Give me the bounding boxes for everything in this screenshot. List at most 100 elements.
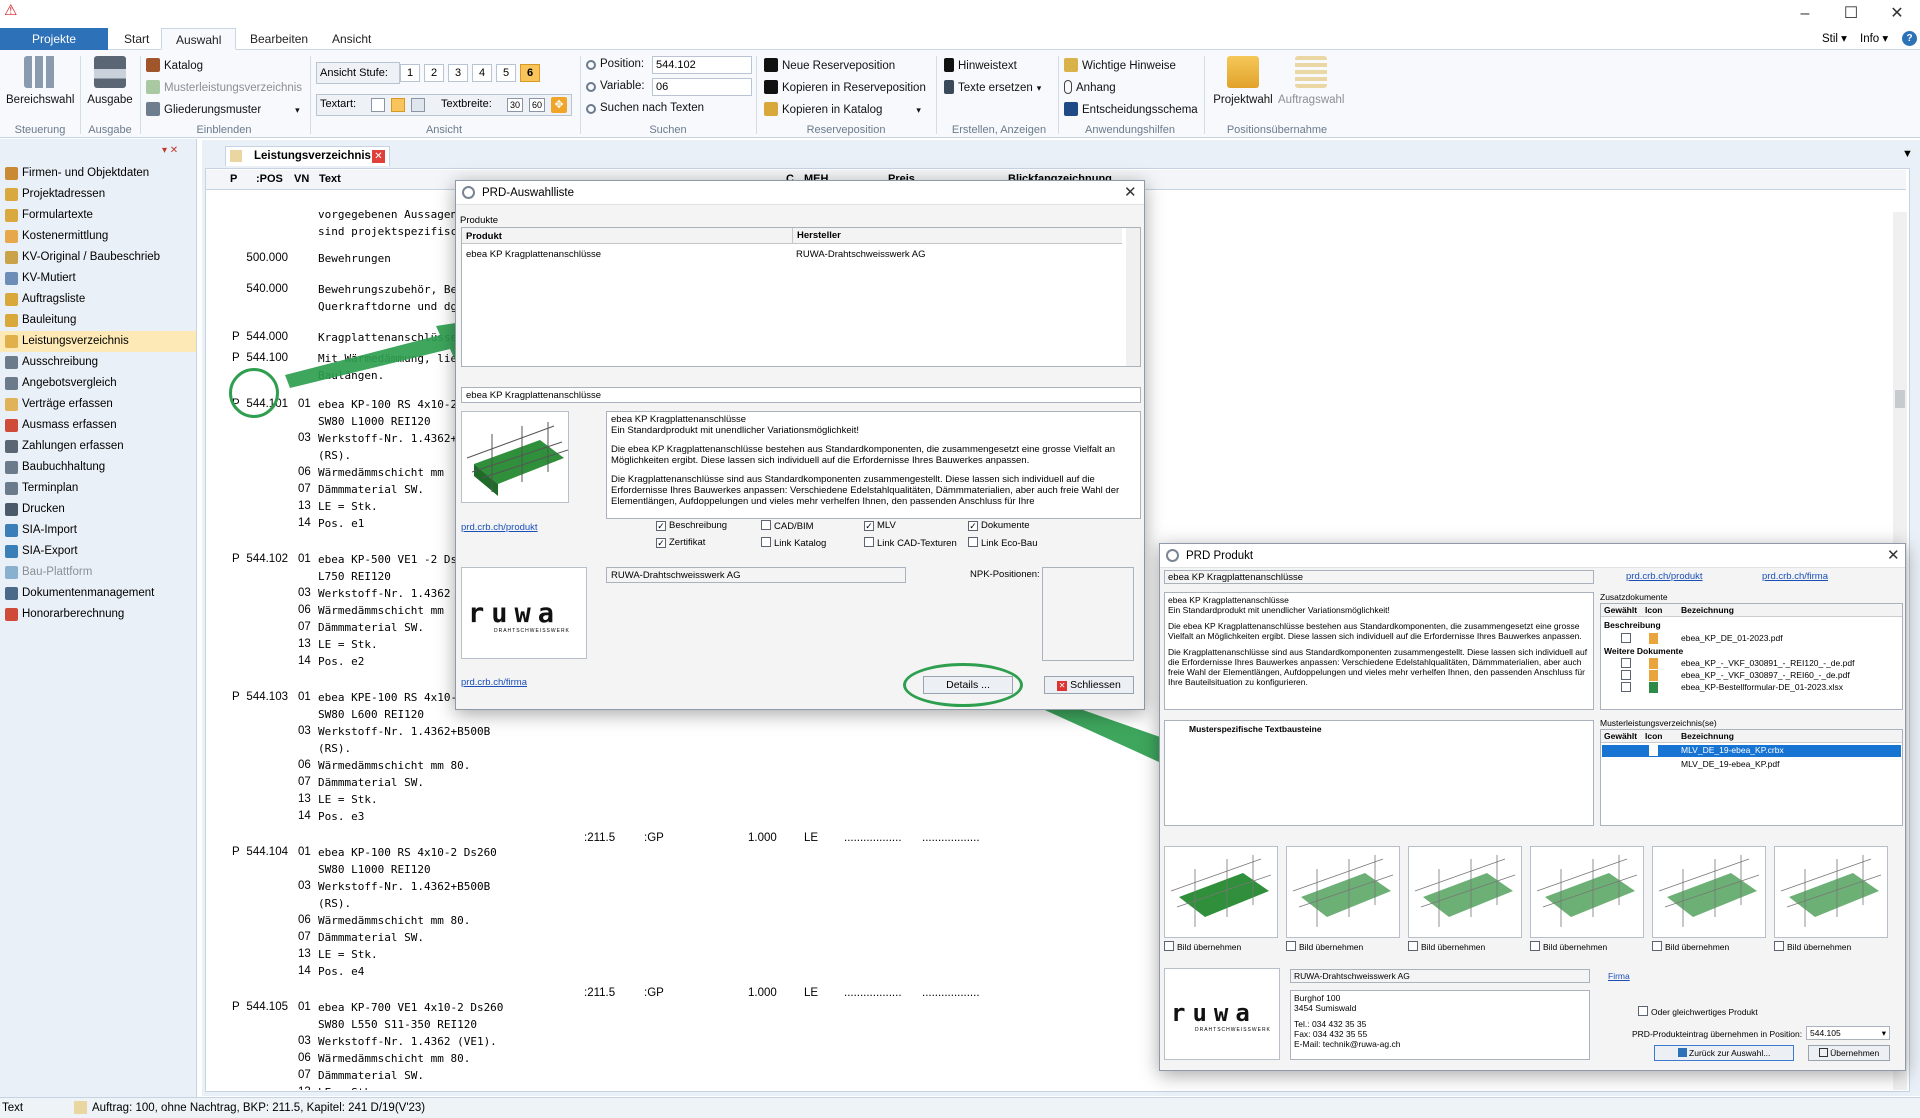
sidebar-item-1[interactable]: Projektadressen (0, 184, 196, 205)
table-row[interactable]: 07 Dämmmaterial SW. (206, 929, 766, 946)
neue-reserveposition-button[interactable]: Neue Reserveposition (764, 58, 895, 72)
table-row[interactable]: 07 Dämmmaterial SW. (206, 1067, 766, 1084)
col-produkt[interactable]: Produkt (466, 231, 502, 242)
bild-checkbox-3[interactable]: Bild übernehmen (1530, 941, 1607, 953)
checkbox-5[interactable]: Link Katalog (761, 537, 826, 549)
bild-checkbox-4[interactable]: Bild übernehmen (1652, 941, 1729, 953)
sidebar-item-11[interactable]: Verträge erfassen (0, 394, 196, 415)
table-row[interactable]: 06 Wärmedämmschicht mm 80. (206, 912, 766, 929)
sidebar-item-9[interactable]: Ausschreibung (0, 352, 196, 373)
bild-checkbox-1[interactable]: Bild übernehmen (1286, 941, 1363, 953)
firma-link[interactable]: prd.crb.ch/firma (461, 677, 527, 688)
checkbox-3[interactable]: ✓ Dokumente (968, 520, 1030, 531)
info-menu[interactable]: Info ▾ (1860, 31, 1888, 45)
hinweistext-button[interactable]: Hinweistext (944, 58, 1017, 72)
dialog-close-icon[interactable]: ✕ (1124, 183, 1137, 201)
kopieren-katalog-dropdown[interactable]: Kopieren in Katalog ▾ (764, 102, 921, 116)
sidebar-item-13[interactable]: Zahlungen erfassen (0, 436, 196, 457)
sidebar-item-19[interactable]: Bau-Plattform (0, 562, 196, 583)
move-icon[interactable]: ✥ (551, 97, 567, 113)
table-row[interactable]: 13LE = Stk. (206, 946, 766, 963)
scrollbar-thumb[interactable] (1895, 390, 1905, 408)
bild-checkbox-5[interactable]: Bild übernehmen (1774, 941, 1851, 953)
sidebar-item-4[interactable]: KV-Original / Baubeschrieb (0, 247, 196, 268)
entscheidungsschema-button[interactable]: Entscheidungsschema (1064, 102, 1198, 116)
close-button[interactable]: ✕ (1880, 2, 1914, 26)
mlv-1-name[interactable]: MLV_DE_19-ebea_KP.crbx (1681, 745, 1784, 756)
doc1-checkbox[interactable] (1621, 633, 1631, 643)
table-row[interactable]: (RS). (206, 740, 766, 757)
musterleistungsverzeichnis-button[interactable]: Musterleistungsverzeichnis (146, 80, 302, 94)
tab-bearbeiten[interactable]: Bearbeiten (236, 28, 322, 50)
tab-start[interactable]: Start (110, 28, 163, 50)
thumbnail-5[interactable] (1774, 846, 1888, 938)
anhang-button[interactable]: Anhang (1064, 80, 1116, 94)
sidebar-item-10[interactable]: Angebotsvergleich (0, 373, 196, 394)
stufe-1-button[interactable]: 1 (400, 64, 420, 82)
tab-dropdown-icon[interactable]: ▼ (1902, 148, 1913, 160)
produkt-link[interactable]: prd.crb.ch/produkt (1626, 571, 1703, 582)
produkt-cell[interactable]: ebea KP Kragplattenanschlüsse (466, 249, 601, 260)
gleichwertig-checkbox[interactable]: Oder gleichwertiges Produkt (1638, 1006, 1758, 1018)
help-icon[interactable]: ? (1902, 31, 1917, 46)
table-row[interactable]: 03 Werkstoff-Nr. 1.4362+B500B (206, 723, 766, 740)
schliessen-button[interactable]: ✕ Schliessen (1044, 676, 1134, 694)
col-vn[interactable]: VN (294, 173, 309, 185)
checkbox-6[interactable]: Link CAD-Texturen (864, 537, 957, 549)
thumbnail-4[interactable] (1652, 846, 1766, 938)
tab-auswahl[interactable]: Auswahl (161, 28, 237, 50)
doc-tab[interactable]: Leistungsverzeichnis ✕ (225, 146, 390, 166)
quantity-row[interactable]: :211.5:GP 1.000 LE........................… (206, 830, 1206, 847)
sidebar-item-6[interactable]: Auftragsliste (0, 289, 196, 310)
sidebar-item-0[interactable]: Firmen- und Objektdaten (0, 163, 196, 184)
npk-list[interactable] (1042, 567, 1134, 661)
textbreite-30-button[interactable]: 30 (507, 98, 523, 112)
sidebar-item-14[interactable]: Baubuchhaltung (0, 457, 196, 478)
table-row[interactable]: 14 Pos. e4 (206, 963, 766, 980)
stil-menu[interactable]: Stil ▾ (1822, 31, 1847, 45)
sidebar-item-20[interactable]: Dokumentenmanagement (0, 583, 196, 604)
table-row[interactable]: 06 Wärmedämmschicht mm 80. (206, 757, 766, 774)
stufe-2-button[interactable]: 2 (424, 64, 444, 82)
sidebar-item-5[interactable]: KV-Mutiert (0, 268, 196, 289)
mlv-2-name[interactable]: MLV_DE_19-ebea_KP.pdf (1681, 759, 1779, 770)
firma-link[interactable]: prd.crb.ch/firma (1762, 571, 1828, 582)
table-row[interactable]: 14 Pos. e3 (206, 808, 766, 825)
thumbnail-2[interactable] (1408, 846, 1522, 938)
checkbox-2[interactable]: ✓ MLV (864, 520, 896, 531)
zurueck-button[interactable]: Zurück zur Auswahl... (1654, 1045, 1794, 1061)
textbausteine-box[interactable]: Musterspezifische Textbausteine (1164, 720, 1594, 826)
stufe-5-button[interactable]: 5 (496, 64, 516, 82)
textbreite-60-button[interactable]: 60 (529, 98, 545, 112)
sidebar-item-21[interactable]: Honorarberechnung (0, 604, 196, 625)
stufe-4-button[interactable]: 4 (472, 64, 492, 82)
texte-ersetzen-dropdown[interactable]: Texte ersetzen ▾ (944, 80, 1041, 94)
bild-checkbox-0[interactable]: Bild übernehmen (1164, 941, 1241, 953)
table-row[interactable]: SW80 L550 S11-350 REI120 (206, 1016, 766, 1033)
doc-checkbox[interactable] (1621, 658, 1631, 668)
sidebar-item-3[interactable]: Kostenermittlung (0, 226, 196, 247)
firma-link-2[interactable]: Firma (1608, 971, 1630, 981)
dialog-close-icon[interactable]: ✕ (1887, 546, 1900, 564)
thumbnail-1[interactable] (1286, 846, 1400, 938)
table-row[interactable]: 07 Dämmmaterial SW. (206, 774, 766, 791)
description-box[interactable]: ebea KP Kragplattenanschlüsse Ein Standar… (606, 411, 1141, 519)
stufe-6-button[interactable]: 6 (520, 64, 540, 82)
table-row[interactable]: 13LE = Stk. (206, 1084, 766, 1090)
close-tab-icon[interactable]: ✕ (372, 150, 385, 163)
kopieren-reserve-button[interactable]: Kopieren in Reserveposition (764, 80, 926, 94)
position-select[interactable]: 544.105 ▾ (1806, 1026, 1890, 1040)
sidebar-item-17[interactable]: SIA-Import (0, 520, 196, 541)
hersteller-cell[interactable]: RUWA-Drahtschweisswerk AG (796, 249, 926, 260)
checkbox-7[interactable]: Link Eco-Bau (968, 537, 1038, 549)
text-search-button[interactable]: Suchen nach Texten (586, 102, 704, 114)
app-triangle-icon[interactable]: ⚠ (4, 3, 18, 18)
sidebar-item-8[interactable]: Leistungsverzeichnis (0, 331, 196, 352)
table-row[interactable]: 06 Wärmedämmschicht mm 80. (206, 1050, 766, 1067)
description-box[interactable]: ebea KP Kragplattenanschlüsse Ein Standar… (1164, 592, 1594, 710)
produkt-link[interactable]: prd.crb.ch/produkt (461, 522, 538, 533)
projektwahl-button[interactable]: Projektwahl (1210, 56, 1276, 106)
sidebar-item-16[interactable]: Drucken (0, 499, 196, 520)
doc-name[interactable]: ebea_KP_-_VKF_030897_-_REI60_-_de.pdf (1681, 670, 1850, 681)
quantity-row[interactable]: :211.5:GP 1.000 LE........................… (206, 985, 1206, 1002)
